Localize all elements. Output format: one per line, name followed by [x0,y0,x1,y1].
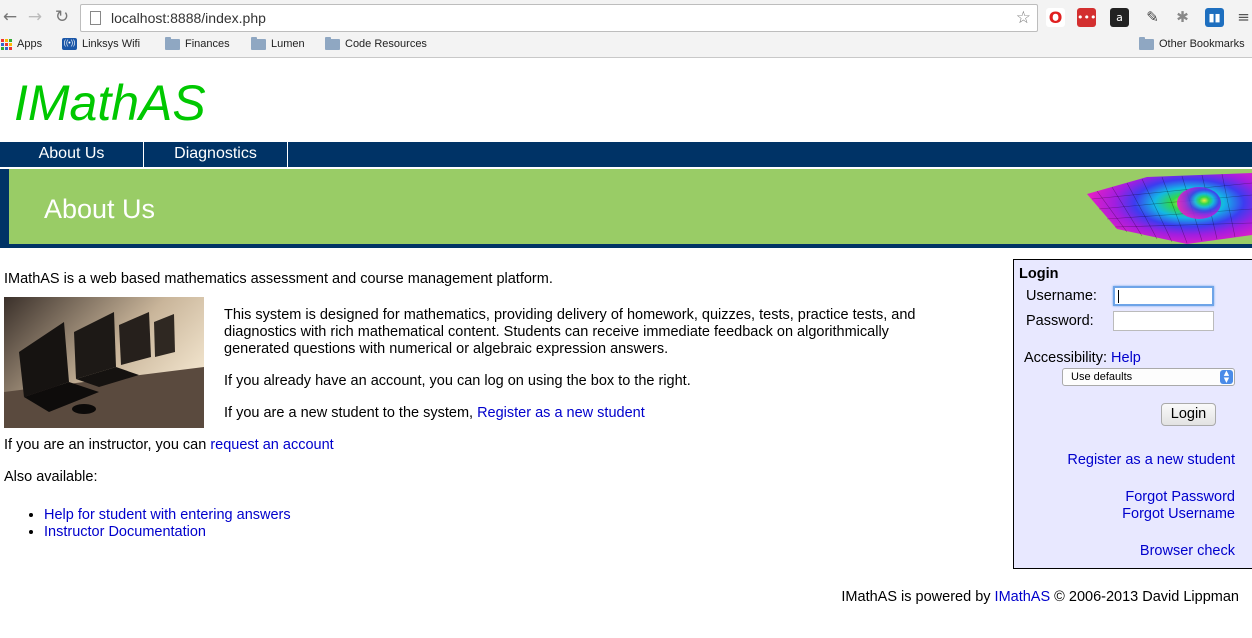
browser-check-link[interactable]: Browser check [1140,543,1235,559]
password-label: Password: [1026,313,1094,329]
bug-icon[interactable]: ✱ [1173,8,1192,27]
description-line-1: This system is designed for mathematics,… [224,307,916,323]
forgot-username-link[interactable]: Forgot Username [1122,506,1235,522]
apps-grid-icon [1,38,12,50]
list-item: Help for student with entering answers [44,507,291,523]
username-input[interactable] [1113,286,1214,306]
bookmark-label: Apps [17,38,43,50]
page-title: About Us [44,194,156,224]
back-icon[interactable]: ← [0,6,20,28]
intro-text: IMathAS is a web based mathematics asses… [4,271,553,287]
address-bar[interactable]: localhost:8888/index.php ☆ [80,4,1038,32]
nav-about-us[interactable]: About Us [0,142,144,167]
site-logo: IMathAS [14,75,206,131]
text-caret [1118,290,1119,303]
opera-icon[interactable]: O [1046,8,1065,27]
bookmark-apps[interactable]: Apps [1,38,42,50]
also-available-list: Help for student with entering answers I… [26,507,291,541]
page-icon [90,11,101,25]
forward-icon[interactable]: → [25,6,45,28]
math-surface-graphic [1087,173,1252,244]
folder-icon [251,36,266,50]
description-line-3: generated questions with numerical or al… [224,341,669,357]
footer: IMathAS is powered by IMathAS © 2006-201… [841,589,1239,605]
bookmark-label: Lumen [271,38,305,50]
bookmarks-bar: Apps ((•)) Linksys Wifi Finances Lumen C… [0,35,1252,55]
instructor-text: If you are an instructor, you can [4,437,211,453]
wifi-icon: ((•)) [62,38,77,50]
password-input[interactable] [1113,311,1214,331]
amazon-icon[interactable]: a [1110,8,1129,27]
bookmark-lumen[interactable]: Lumen [251,36,305,50]
footer-imathas-link[interactable]: IMathAS [995,589,1051,605]
username-label: Username: [1026,288,1097,304]
main-nav: About Us Diagnostics [0,142,1252,167]
description-line-2: diagnostics with rich mathematical conte… [224,324,889,340]
bookmark-label: Linksys Wifi [82,38,141,50]
new-student-paragraph: If you are a new student to the system, … [224,405,645,421]
accessibility-help-link[interactable]: Help [1111,350,1141,366]
nav-diagnostics[interactable]: Diagnostics [144,142,288,167]
accessibility-label: Accessibility: [1024,350,1112,366]
reload-icon[interactable]: ↻ [52,6,72,28]
bookmark-finances[interactable]: Finances [165,36,230,50]
page-banner: About Us [0,169,1252,248]
laptops-photo [4,297,204,428]
browser-chrome: ← → ↻ localhost:8888/index.php ☆ O ••• a… [0,0,1252,58]
select-arrows-icon: ▲ ▼ [1220,370,1233,384]
forgot-password-link[interactable]: Forgot Password [1125,489,1235,505]
folder-icon [165,36,180,50]
bookmark-label: Other Bookmarks [1159,38,1245,50]
bookmark-label: Code Resources [345,38,427,50]
banner-panel: About Us [9,169,1252,244]
instructor-docs-link[interactable]: Instructor Documentation [44,524,206,540]
bookmark-linksys-wifi[interactable]: ((•)) Linksys Wifi [62,38,140,50]
accessibility-select[interactable]: Use defaults ▲ ▼ [1062,368,1235,386]
accessibility-row: Accessibility: Help [1024,350,1141,366]
student-help-link[interactable]: Help for student with entering answers [44,507,291,523]
url-text[interactable]: localhost:8888/index.php [111,10,266,26]
new-student-text: If you are a new student to the system, [224,405,478,421]
accessibility-selected: Use defaults [1071,371,1133,383]
register-student-link[interactable]: Register as a new student [477,405,645,421]
trello-icon[interactable]: ▮▮ [1205,8,1224,27]
list-item: Instructor Documentation [44,524,291,540]
menu-icon[interactable]: ≡ [1234,8,1252,27]
login-register-link[interactable]: Register as a new student [1067,452,1235,468]
folder-icon [1139,36,1154,50]
existing-account-text: If you already have an account, you can … [224,373,691,389]
lastpass-icon[interactable]: ••• [1077,8,1096,27]
request-account-link[interactable]: request an account [210,437,333,453]
login-heading: Login [1019,266,1059,282]
footer-prefix: IMathAS is powered by [841,589,995,605]
eyedropper-icon[interactable]: ✎ [1143,8,1162,27]
also-available-label: Also available: [4,469,98,485]
instructor-paragraph: If you are an instructor, you can reques… [4,437,334,453]
footer-copyright: © 2006-2013 David Lippman [1050,589,1239,605]
login-button[interactable]: Login [1161,403,1216,426]
bookmark-code-resources[interactable]: Code Resources [325,36,427,50]
bookmark-label: Finances [185,38,230,50]
login-box: Login Username: Password: Accessibility:… [1013,259,1252,569]
bookmark-other[interactable]: Other Bookmarks [1139,36,1245,50]
bookmark-star-icon[interactable]: ☆ [1016,8,1031,28]
folder-icon [325,36,340,50]
